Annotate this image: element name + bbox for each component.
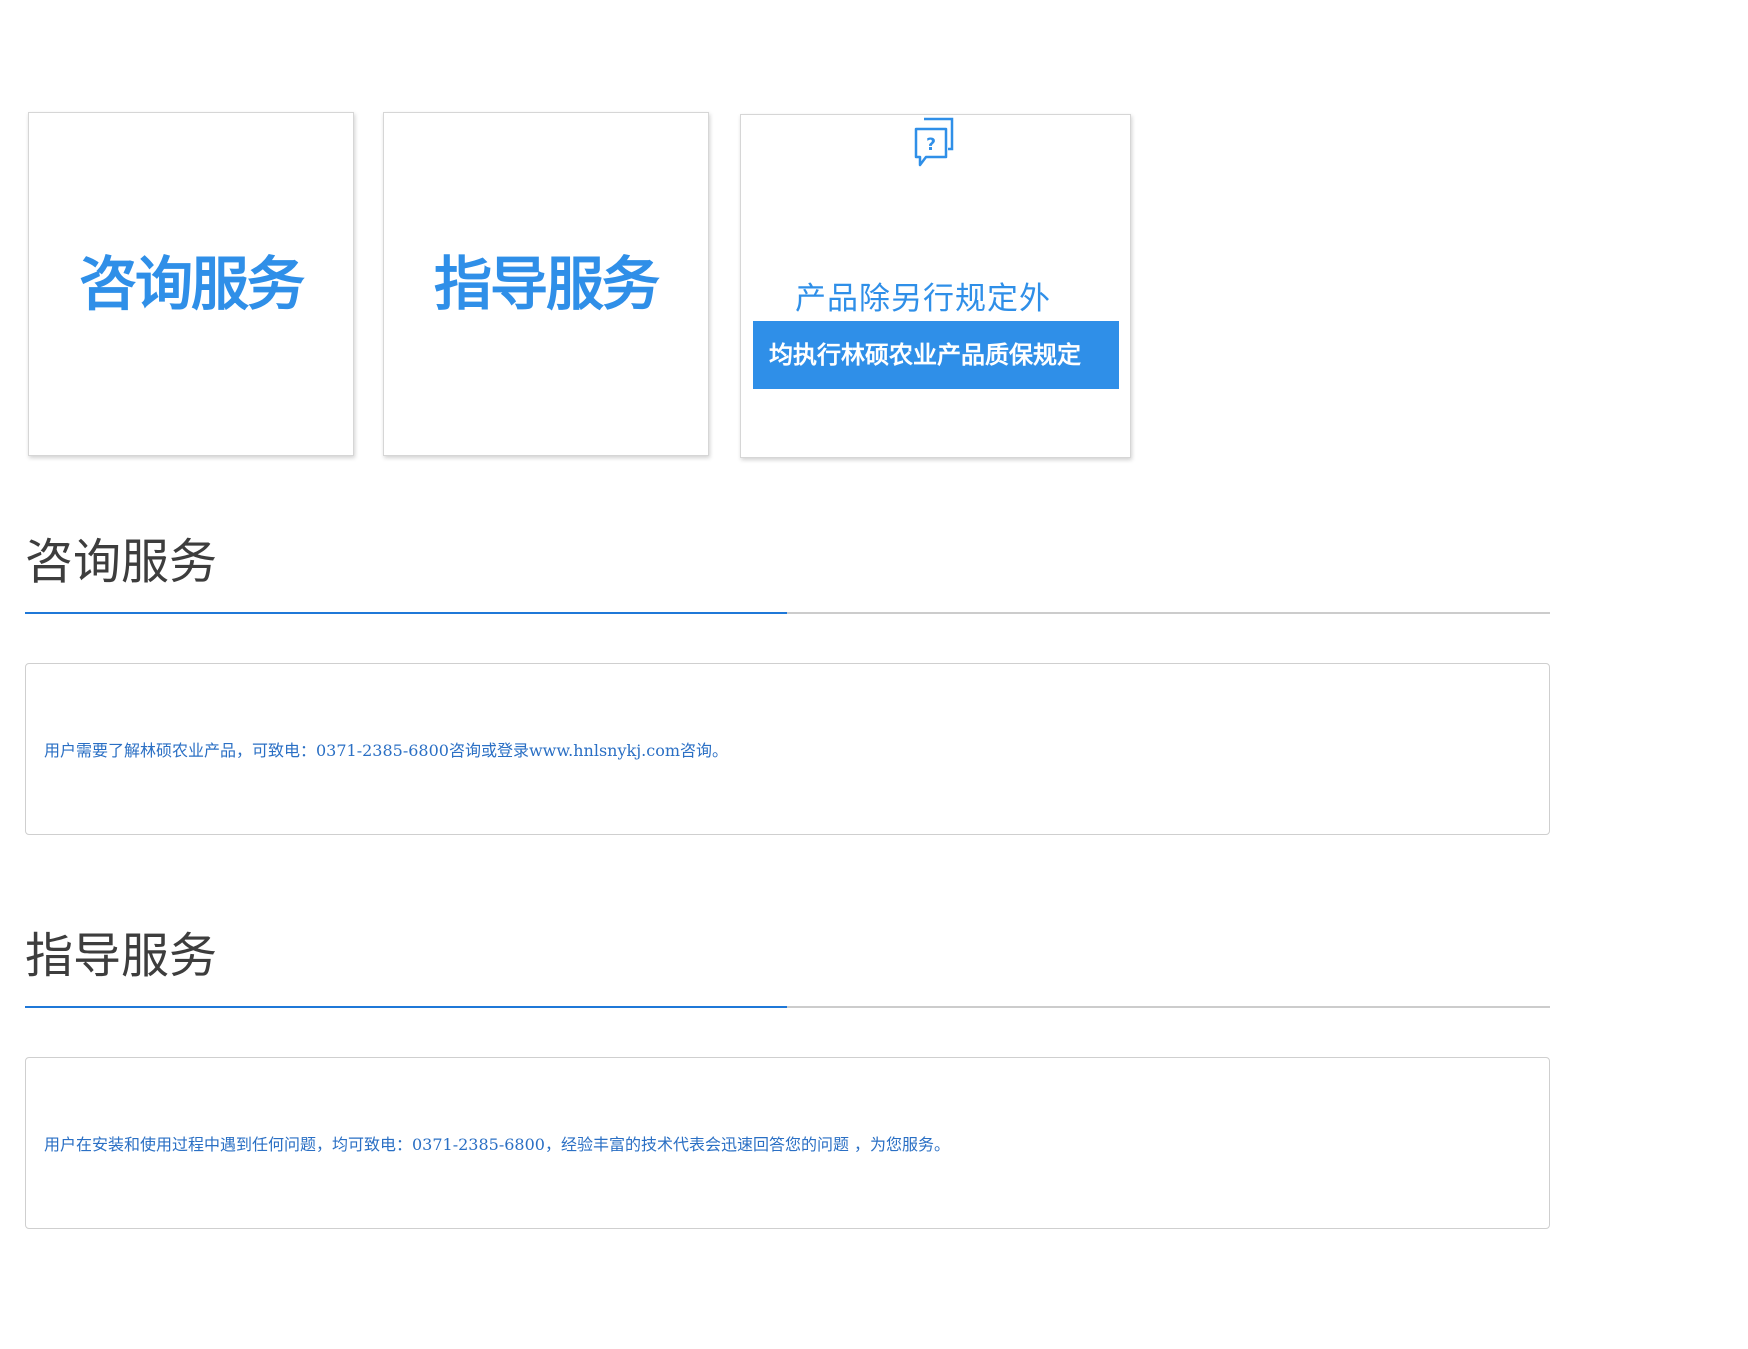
consult-section-divider-accent — [25, 612, 787, 614]
warranty-card-line1: 产品除另行规定外 — [795, 281, 1051, 317]
consult-section-text: 用户需要了解林硕农业产品，可致电：0371-2385-6800咨询或登录www.… — [44, 741, 729, 760]
consult-section-divider — [25, 612, 1550, 614]
svg-text:?: ? — [926, 135, 936, 155]
consult-service-card[interactable]: 咨询服务 — [28, 112, 354, 456]
consult-section-title: 咨询服务 — [25, 534, 218, 590]
question-chat-icon: ? — [914, 117, 954, 167]
guidance-section-box: 用户在安装和使用过程中遇到任何问题，均可致电：0371-2385-6800，经验… — [25, 1057, 1550, 1229]
consult-service-card-label: 咨询服务 — [78, 250, 305, 318]
guidance-section-divider — [25, 1006, 1550, 1008]
guidance-service-card[interactable]: 指导服务 — [383, 112, 709, 456]
consult-section-box: 用户需要了解林硕农业产品，可致电：0371-2385-6800咨询或登录www.… — [25, 663, 1550, 835]
guidance-section-title: 指导服务 — [25, 928, 218, 984]
warranty-card-banner: 均执行林硕农业产品质保规定 — [753, 321, 1119, 389]
guidance-section-text: 用户在安装和使用过程中遇到任何问题，均可致电：0371-2385-6800，经验… — [44, 1135, 951, 1154]
guidance-service-card-label: 指导服务 — [433, 250, 660, 318]
warranty-card[interactable]: ? 产品除另行规定外 均执行林硕农业产品质保规定 — [740, 114, 1131, 458]
guidance-section-divider-accent — [25, 1006, 787, 1008]
